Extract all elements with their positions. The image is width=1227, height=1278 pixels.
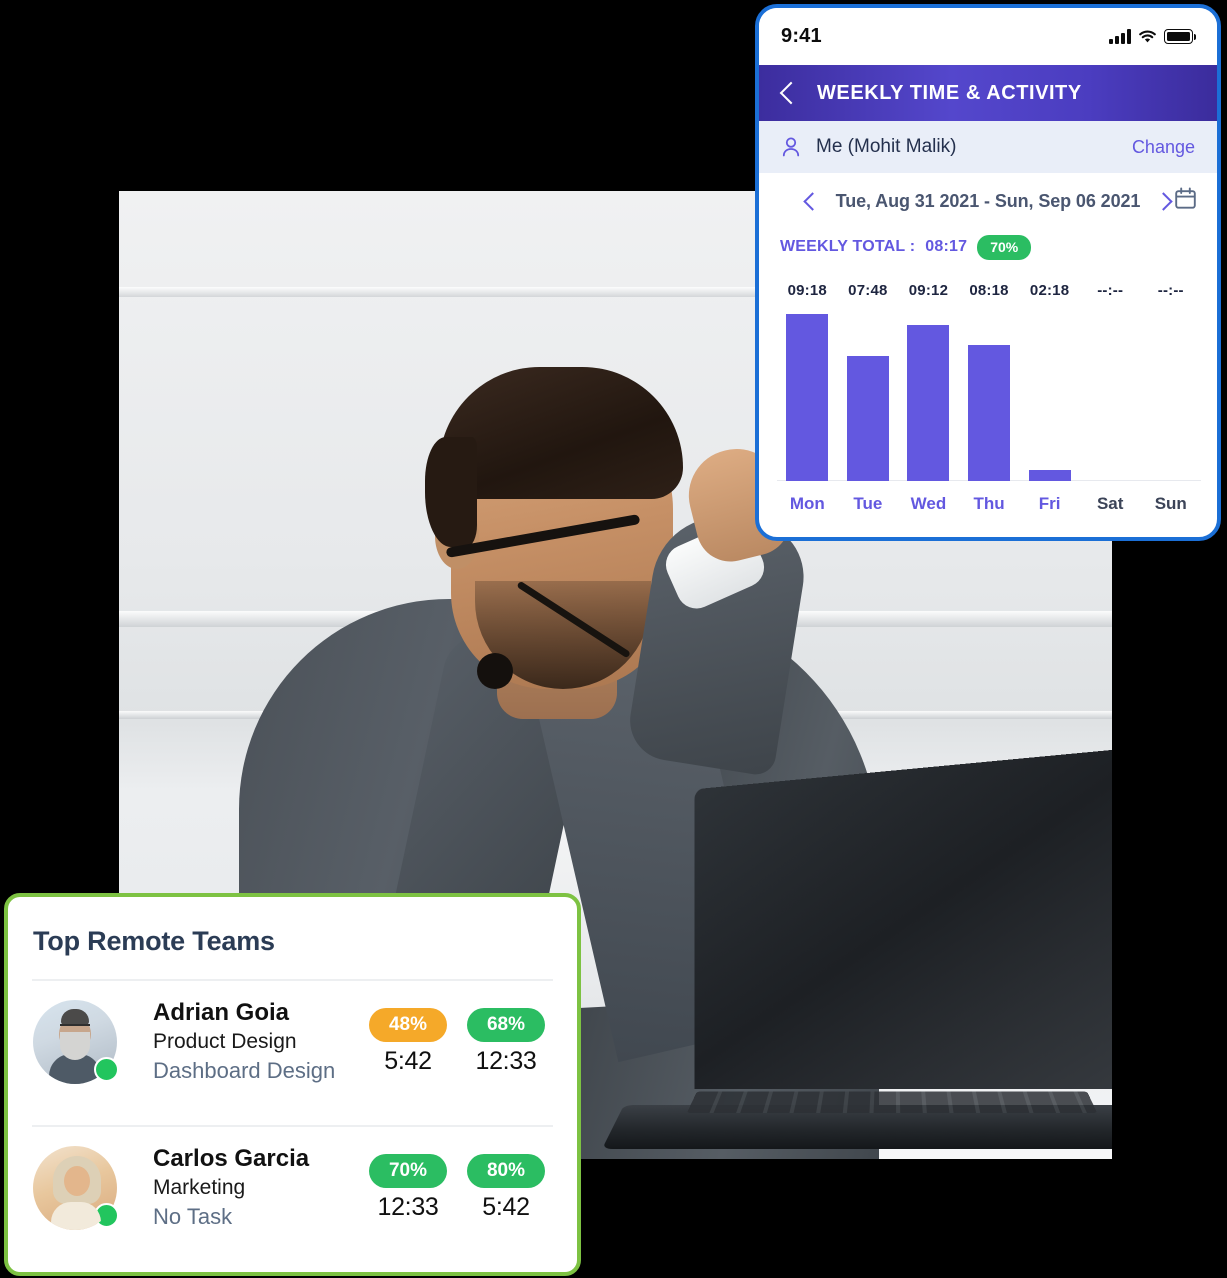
chart-bar-area: [959, 310, 1020, 481]
calendar-icon[interactable]: [1173, 186, 1198, 216]
chart-column-thu: 08:18 Thu: [959, 282, 1020, 514]
metric-percent-badge: 48%: [369, 1007, 447, 1043]
teams-card-title: Top Remote Teams: [33, 926, 275, 956]
team-member-info: Adrian Goia Product Design Dashboard Desig…: [117, 998, 369, 1086]
chart-day-label: Thu: [973, 493, 1005, 513]
metric-time-value: 12:33: [377, 1193, 439, 1222]
chart-day-label: Fri: [1038, 493, 1061, 513]
weekly-activity-bar-chart: 09:18 Mon 07:48 Tue 09:12 Wed 08:18 Thu 02:18 Fri…: [777, 282, 1201, 514]
metric-time-value: 5:42: [482, 1193, 530, 1222]
chart-bar[interactable]: [786, 313, 829, 481]
chart-column-sat: --:-- Sat: [1080, 282, 1141, 514]
person-icon: [780, 136, 802, 158]
chart-bar-area: [1140, 310, 1201, 481]
metric-percent-badge: 68%: [467, 1007, 545, 1043]
chart-value-label: 09:12: [908, 281, 949, 299]
status-bar: 9:41: [759, 8, 1217, 65]
chart-value-label: --:--: [1157, 281, 1184, 299]
team-member-metrics: 48% 5:42 68% 12:33: [369, 1007, 555, 1077]
chart-bar-area: [1080, 310, 1141, 481]
status-bar-icons: [1109, 29, 1196, 44]
laptop-screen: [694, 749, 1112, 1089]
top-remote-teams-card: Top Remote Teams Adrian Goia Product Desi…: [4, 893, 581, 1276]
chart-bar[interactable]: [846, 355, 889, 481]
chart-bar-area: [1019, 310, 1080, 481]
chart-day-label: Mon: [789, 493, 825, 513]
chart-column-wed: 09:12 Wed: [898, 282, 959, 514]
weekly-total-value: 08:17: [925, 238, 968, 256]
headset-mic-icon: [477, 653, 513, 689]
chart-value-label: 07:48: [848, 281, 888, 299]
metric-percent-badge: 80%: [467, 1153, 545, 1189]
chart-bar[interactable]: [907, 324, 950, 481]
selected-user-name: Me (Mohit Malik): [816, 136, 957, 157]
person-sideburn: [425, 437, 477, 547]
weekly-total-percent-badge: 70%: [977, 235, 1032, 260]
chart-column-tue: 07:48 Tue: [838, 282, 899, 514]
chart-day-label: Tue: [853, 493, 883, 513]
date-range-navigator: Tue, Aug 31 2021 - Sun, Sep 06 2021: [759, 173, 1217, 229]
metric: 68% 12:33: [467, 1007, 545, 1077]
metric-time-value: 5:42: [384, 1047, 432, 1076]
metric-time-value: 12:33: [475, 1047, 537, 1076]
status-bar-time: 9:41: [781, 25, 822, 47]
teams-list: Adrian Goia Product Design Dashboard Desig…: [8, 981, 577, 1249]
chart-column-sun: --:-- Sun: [1140, 282, 1201, 514]
metric: 80% 5:42: [467, 1153, 545, 1223]
chart-column-fri: 02:18 Fri: [1019, 282, 1080, 514]
chart-bar-area: [838, 310, 899, 481]
phone-mockup-card: 9:41 WEEKLY TIME & ACTIVITY Me (Mohit Ma…: [755, 4, 1221, 541]
team-member-row[interactable]: Adrian Goia Product Design Dashboard Desig…: [8, 981, 577, 1103]
chart-column-mon: 09:18 Mon: [777, 282, 838, 514]
page-title: WEEKLY TIME & ACTIVITY: [817, 81, 1082, 104]
app-header: WEEKLY TIME & ACTIVITY: [759, 65, 1217, 121]
metric: 70% 12:33: [369, 1153, 447, 1223]
date-nav-group: Tue, Aug 31 2021 - Sun, Sep 06 2021: [802, 190, 1174, 212]
chart-value-label: --:--: [1097, 281, 1124, 299]
date-range-label: Tue, Aug 31 2021 - Sun, Sep 06 2021: [835, 190, 1141, 211]
team-member-task: Dashboard Design: [153, 1058, 336, 1084]
chart-bar[interactable]: [1028, 469, 1071, 481]
signal-bars-icon: [1109, 29, 1131, 44]
chevron-right-icon[interactable]: [1154, 191, 1174, 211]
team-member-task: No Task: [153, 1204, 233, 1230]
team-member-row[interactable]: Carlos Garcia Marketing No Task 70% 12:33 80%…: [8, 1127, 577, 1249]
chart-bar-area: [777, 310, 838, 481]
team-member-metrics: 70% 12:33 80% 5:42: [369, 1153, 555, 1223]
chart-bar-area: [898, 310, 959, 481]
team-member-info: Carlos Garcia Marketing No Task: [117, 1144, 369, 1232]
weekly-total-summary: WEEKLY TOTAL : 08:17 70%: [759, 229, 1217, 260]
online-status-dot: [94, 1057, 119, 1083]
change-user-link[interactable]: Change: [1132, 137, 1195, 158]
battery-full-icon: [1164, 29, 1196, 44]
back-chevron-icon[interactable]: [779, 81, 803, 105]
chart-day-label: Sat: [1096, 493, 1124, 513]
team-member-role: Product Design: [153, 1030, 297, 1053]
metric: 48% 5:42: [369, 1007, 447, 1077]
user-selector-row[interactable]: Me (Mohit Malik) Change: [759, 121, 1217, 173]
team-member-name: Carlos Garcia: [153, 1145, 310, 1173]
chart-bar[interactable]: [968, 344, 1011, 481]
team-member-role: Marketing: [153, 1176, 246, 1200]
chart-columns: 09:18 Mon 07:48 Tue 09:12 Wed 08:18 Thu 02:18 Fri…: [777, 282, 1201, 514]
laptop-keyboard: [686, 1091, 1098, 1114]
wifi-icon: [1138, 29, 1157, 44]
metric-percent-badge: 70%: [369, 1153, 447, 1189]
avatar: [33, 1000, 119, 1085]
chart-day-label: Wed: [910, 493, 947, 513]
chart-day-label: Sun: [1154, 493, 1187, 513]
team-member-name: Adrian Goia: [153, 999, 290, 1026]
laptop: [562, 739, 1112, 1159]
weekly-total-label: WEEKLY TOTAL :: [780, 238, 916, 256]
chart-value-label: 02:18: [1029, 281, 1070, 299]
avatar: [33, 1146, 119, 1231]
chart-value-label: 09:18: [787, 281, 827, 299]
chart-value-label: 08:18: [969, 281, 1009, 299]
chevron-left-icon[interactable]: [802, 191, 822, 211]
